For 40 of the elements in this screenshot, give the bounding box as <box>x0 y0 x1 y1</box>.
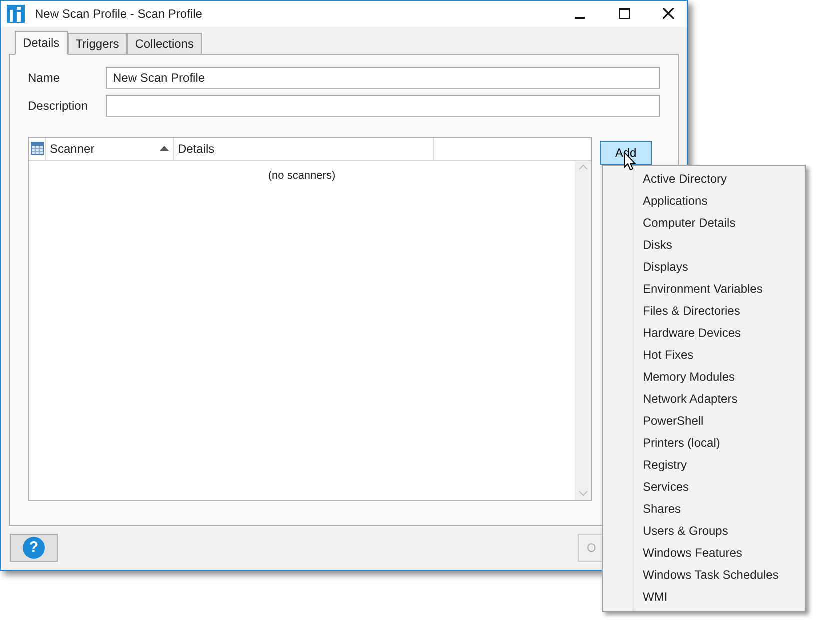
menu-item[interactable]: Displays <box>603 256 805 278</box>
menu-item[interactable]: Shares <box>603 498 805 520</box>
input-field[interactable] <box>106 94 660 117</box>
field-label: Name <box>28 70 62 85</box>
menu-item[interactable]: Files & Directories <box>603 300 805 322</box>
tab[interactable]: Collections <box>127 32 202 55</box>
menu-item[interactable]: Printers (local) <box>603 432 805 454</box>
close-icon <box>662 8 674 20</box>
menu-item[interactable]: PowerShell <box>603 410 805 432</box>
menu-item[interactable]: Windows Features <box>603 542 805 564</box>
menu-item[interactable]: Applications <box>603 190 805 212</box>
menu-item[interactable]: Computer Details <box>603 212 805 234</box>
input-field[interactable]: New Scan Profile <box>106 66 660 89</box>
menu-item[interactable]: Services <box>603 476 805 498</box>
menu-item[interactable]: Active Directory <box>603 168 805 190</box>
menu-item[interactable]: Users & Groups <box>603 520 805 542</box>
tab[interactable]: Triggers <box>68 32 128 55</box>
field-label: Description <box>28 98 90 113</box>
minimize-icon <box>575 16 585 19</box>
column-header[interactable]: Scanner <box>46 138 174 160</box>
menu-item[interactable]: Registry <box>603 454 805 476</box>
calendar-icon <box>30 142 44 156</box>
column-header[interactable]: Details <box>174 138 434 160</box>
menu-item[interactable]: Environment Variables <box>603 278 805 300</box>
menu-item[interactable]: Hot Fixes <box>603 344 805 366</box>
tab[interactable]: Details <box>15 30 68 55</box>
menu-item[interactable]: Windows Task Schedules <box>603 564 805 586</box>
empty-message: (no scanners) <box>268 170 336 184</box>
window-title: New Scan Profile - Scan Profile <box>35 6 204 21</box>
scroll-up-icon[interactable] <box>578 164 588 170</box>
menu-item[interactable]: Hardware Devices <box>603 322 805 344</box>
scrollbar[interactable] <box>575 160 591 500</box>
app-logo-icon <box>7 4 25 23</box>
menu-item[interactable]: Disks <box>603 234 805 256</box>
scroll-down-icon[interactable] <box>578 490 588 496</box>
maximize-icon <box>618 8 630 20</box>
help-button[interactable]: ? <box>10 534 58 562</box>
menu-item[interactable]: Network Adapters <box>603 388 805 410</box>
menu-item[interactable]: WMI <box>603 586 805 608</box>
menu-item[interactable]: Memory Modules <box>603 366 805 388</box>
